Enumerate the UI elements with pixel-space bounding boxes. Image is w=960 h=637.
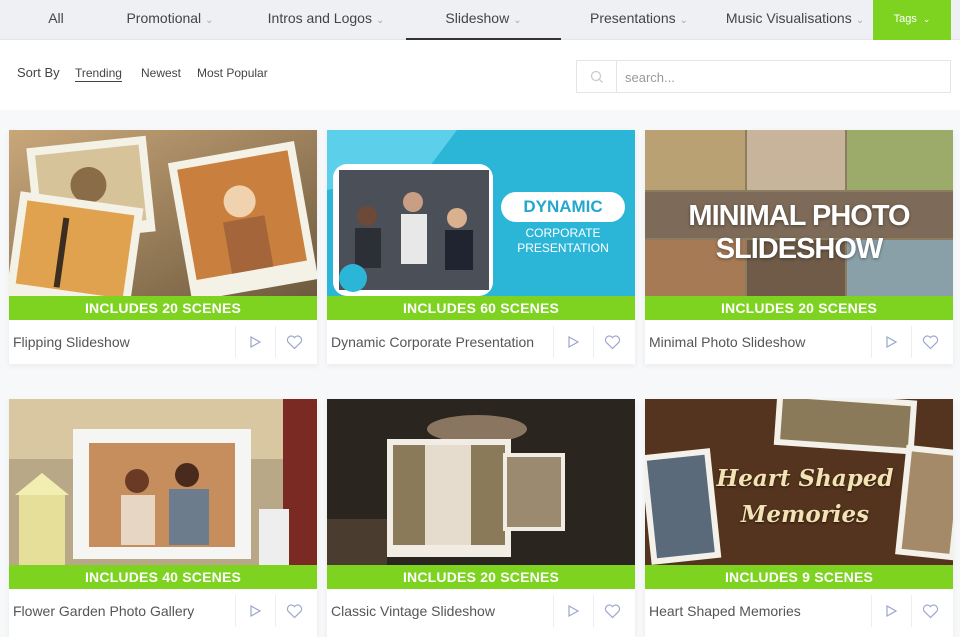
template-card[interactable]: MINIMAL PHOTO SLIDESHOW INCLUDES 20 SCEN… xyxy=(645,130,953,364)
thumbnail-overlay-title: Heart Shaped xyxy=(716,465,894,492)
heart-icon xyxy=(604,334,621,349)
card-thumbnail[interactable] xyxy=(9,399,317,565)
scene-count-badge: INCLUDES 20 SCENES xyxy=(327,565,635,589)
heart-icon xyxy=(286,334,303,349)
play-preview-button[interactable] xyxy=(553,595,591,627)
template-grid: INCLUDES 20 SCENES Flipping Slideshow DY… xyxy=(0,110,960,637)
play-icon xyxy=(249,604,261,618)
card-footer: Heart Shaped Memories xyxy=(645,589,953,633)
sort-bar: Sort By Trending Newest Most Popular xyxy=(0,40,960,110)
card-footer: Flower Garden Photo Gallery xyxy=(9,589,317,633)
card-title[interactable]: Minimal Photo Slideshow xyxy=(649,320,869,364)
play-preview-button[interactable] xyxy=(871,326,909,358)
scene-count-badge: INCLUDES 60 SCENES xyxy=(327,296,635,320)
tags-dropdown-button[interactable]: Tags ⌄ xyxy=(873,0,951,40)
play-icon xyxy=(885,335,897,349)
scene-count-badge: INCLUDES 40 SCENES xyxy=(9,565,317,589)
sort-option-trending[interactable]: Trending xyxy=(75,66,122,82)
nav-item-label: Promotional xyxy=(126,10,202,26)
nav-item-music-visualisations[interactable]: Music Visualisations ⌄ xyxy=(716,0,874,40)
scene-count-badge: INCLUDES 20 SCENES xyxy=(9,296,317,320)
chevron-down-icon: ⌄ xyxy=(375,15,385,26)
heart-icon xyxy=(922,603,939,618)
play-icon xyxy=(567,335,579,349)
chevron-down-icon: ⌄ xyxy=(513,15,522,26)
favorite-button[interactable] xyxy=(593,326,631,358)
card-title[interactable]: Heart Shaped Memories xyxy=(649,589,869,633)
template-card[interactable]: DYNAMIC CORPORATE PRESENTATION INCLUDES … xyxy=(327,130,635,364)
nav-item-label: Slideshow xyxy=(445,10,510,26)
card-thumbnail[interactable] xyxy=(327,399,635,565)
nav-item-label: Intros and Logos xyxy=(267,10,372,26)
thumbnail-overlay-title: DYNAMIC xyxy=(501,192,625,222)
play-preview-button[interactable] xyxy=(235,595,273,627)
nav-item-promotional[interactable]: Promotional ⌄ xyxy=(112,0,228,40)
template-card[interactable]: Heart Shaped Memories INCLUDES 9 SCENES … xyxy=(645,399,953,637)
template-card[interactable]: INCLUDES 20 SCENES Classic Vintage Slide… xyxy=(327,399,635,637)
card-title[interactable]: Dynamic Corporate Presentation xyxy=(331,320,551,364)
scene-count-badge: INCLUDES 20 SCENES xyxy=(645,296,953,320)
play-icon xyxy=(249,335,261,349)
play-icon xyxy=(885,604,897,618)
play-preview-button[interactable] xyxy=(235,326,273,358)
nav-item-label: Music Visualisations xyxy=(725,10,852,26)
nav-item-slideshow[interactable]: Slideshow ⌄ xyxy=(406,0,561,40)
template-card[interactable]: INCLUDES 20 SCENES Flipping Slideshow xyxy=(9,130,317,364)
card-title[interactable]: Classic Vintage Slideshow xyxy=(331,589,551,633)
heart-icon xyxy=(286,603,303,618)
search-box xyxy=(576,60,951,93)
nav-item-intros-and-logos[interactable]: Intros and Logos ⌄ xyxy=(256,0,396,40)
sort-by-label: Sort By xyxy=(17,65,60,80)
nav-item-all[interactable]: All xyxy=(38,0,74,40)
scene-count-badge: INCLUDES 9 SCENES xyxy=(645,565,953,589)
search-icon[interactable] xyxy=(577,61,617,92)
sort-option-newest[interactable]: Newest xyxy=(141,66,181,80)
card-footer: Classic Vintage Slideshow xyxy=(327,589,635,633)
category-nav: All Promotional ⌄ Intros and Logos ⌄ Slide… xyxy=(0,0,960,40)
chevron-down-icon: ⌄ xyxy=(679,15,688,26)
thumbnail-overlay-subtitle: CORPORATE xyxy=(525,226,601,240)
play-preview-button[interactable] xyxy=(553,326,591,358)
card-thumbnail[interactable]: MINIMAL PHOTO SLIDESHOW xyxy=(645,130,953,296)
favorite-button[interactable] xyxy=(275,326,313,358)
favorite-button[interactable] xyxy=(593,595,631,627)
sort-option-most-popular[interactable]: Most Popular xyxy=(197,66,268,80)
nav-item-label: All xyxy=(48,10,64,26)
card-thumbnail[interactable]: Heart Shaped Memories xyxy=(645,399,953,565)
play-preview-button[interactable] xyxy=(871,595,909,627)
card-footer: Minimal Photo Slideshow xyxy=(645,320,953,364)
template-card[interactable]: INCLUDES 40 SCENES Flower Garden Photo G… xyxy=(9,399,317,637)
card-title[interactable]: Flower Garden Photo Gallery xyxy=(13,589,233,633)
tags-label: Tags xyxy=(893,13,917,25)
card-footer: Flipping Slideshow xyxy=(9,320,317,364)
chevron-down-icon: ⌄ xyxy=(855,15,865,26)
search-input[interactable] xyxy=(625,67,935,87)
chevron-down-icon: ⌄ xyxy=(922,14,931,24)
nav-item-presentations[interactable]: Presentations ⌄ xyxy=(580,0,698,40)
thumbnail-overlay-title: MINIMAL PHOTO SLIDESHOW xyxy=(688,200,910,265)
heart-icon xyxy=(604,603,621,618)
favorite-button[interactable] xyxy=(911,326,949,358)
card-title[interactable]: Flipping Slideshow xyxy=(13,320,233,364)
card-thumbnail[interactable]: DYNAMIC CORPORATE PRESENTATION xyxy=(327,130,635,296)
chevron-down-icon: ⌄ xyxy=(205,15,214,26)
favorite-button[interactable] xyxy=(275,595,313,627)
play-icon xyxy=(567,604,579,618)
heart-icon xyxy=(922,334,939,349)
card-thumbnail[interactable] xyxy=(9,130,317,296)
favorite-button[interactable] xyxy=(911,595,949,627)
card-footer: Dynamic Corporate Presentation xyxy=(327,320,635,364)
thumbnail-overlay-subtitle: Memories xyxy=(740,501,870,528)
nav-item-label: Presentations xyxy=(590,10,676,26)
thumbnail-overlay-subtitle: PRESENTATION xyxy=(517,241,609,255)
